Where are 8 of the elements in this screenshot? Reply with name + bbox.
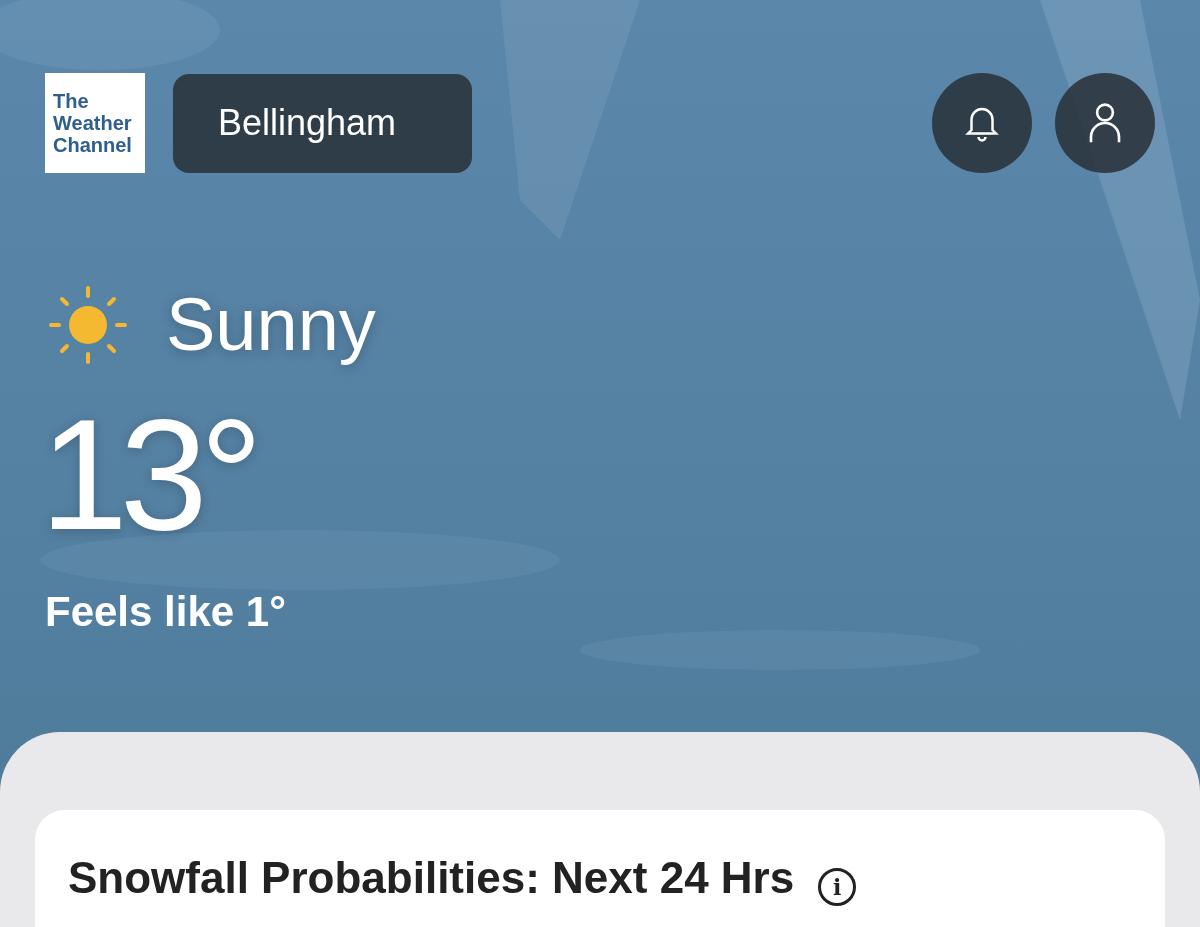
feels-like-text: Feels like 1° xyxy=(45,591,286,633)
logo[interactable]: The Weather Channel xyxy=(45,73,145,173)
info-icon[interactable]: i xyxy=(818,868,857,906)
temperature: 13° xyxy=(40,395,255,553)
location-button[interactable]: Bellingham xyxy=(173,73,472,173)
user-icon xyxy=(1087,102,1123,144)
sun-icon xyxy=(48,285,128,365)
card-title: Snowfall Probabilities: Next 24 Hrs xyxy=(68,854,795,903)
